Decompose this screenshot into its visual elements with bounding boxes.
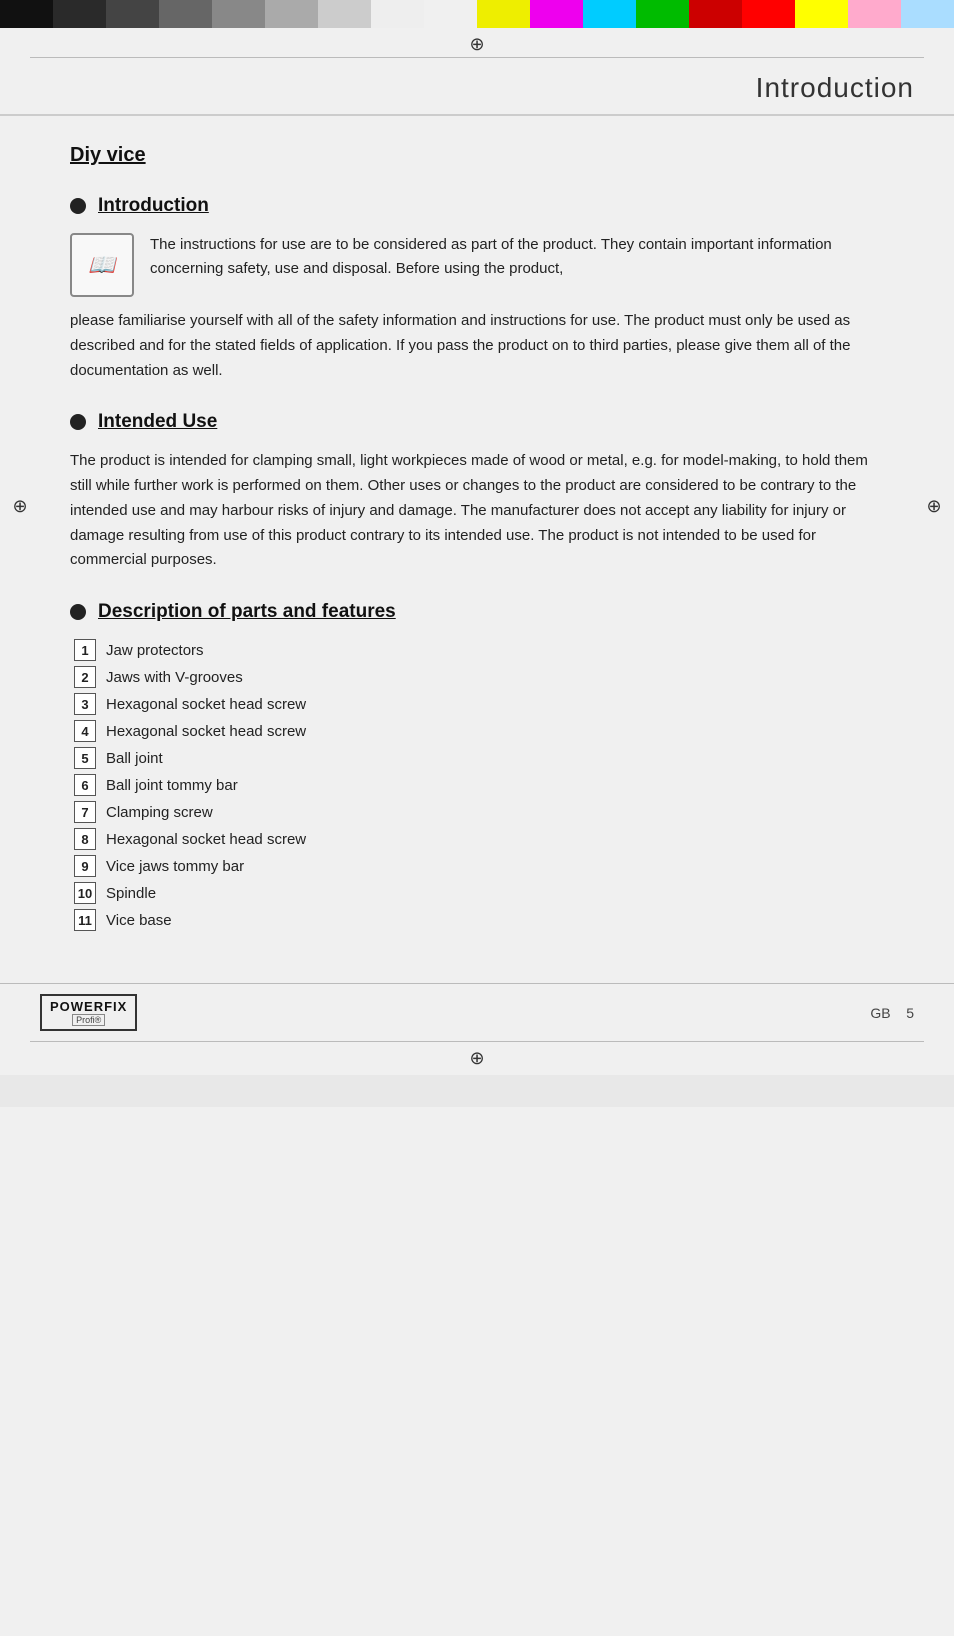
part-number: 2 [74,666,96,688]
part-number: 4 [74,720,96,742]
introduction-body-text: please familiarise yourself with all of … [70,309,874,383]
color-segment [477,0,530,28]
color-segment [318,0,371,28]
color-segment [265,0,318,28]
part-label: Ball joint tommy bar [106,777,238,794]
list-item: 9 Vice jaws tommy bar [74,855,874,877]
diy-vice-title: Diy vice [70,144,874,167]
part-label: Hexagonal socket head screw [106,723,306,740]
color-segment [689,0,742,28]
intended-use-section: Intended Use The product is intended for… [70,411,874,573]
brand-sub: Profi® [72,1014,105,1026]
part-number: 8 [74,828,96,850]
intended-use-bullet [70,414,86,430]
list-item: 2 Jaws with V-grooves [74,666,874,688]
part-number: 10 [74,882,96,904]
color-segment [0,0,53,28]
list-item: 10 Spindle [74,882,874,904]
registration-mark-bottom: ⊕ [0,1042,954,1075]
part-label: Vice jaws tommy bar [106,858,244,875]
intended-use-body-text: The product is intended for clamping sma… [70,449,874,573]
page-layout: ⊕ Diy vice Introduction 📖 The instructio… [0,116,954,983]
right-registration-mark: ⊕ [914,116,954,983]
intended-use-heading-row: Intended Use [70,411,874,433]
color-segment [901,0,954,28]
part-label: Clamping screw [106,804,213,821]
page-title: Introduction [756,72,914,104]
color-segment [106,0,159,28]
part-number: 9 [74,855,96,877]
brand-name: POWERFIX [50,999,127,1014]
description-heading-row: Description of parts and features [70,601,874,623]
introduction-heading-row: Introduction [70,195,874,217]
main-content: Diy vice Introduction 📖 The instructions… [40,116,914,983]
brand-logo: POWERFIX Profi® [40,994,137,1031]
description-bullet [70,604,86,620]
description-heading: Description of parts and features [98,601,396,623]
info-box-row: 📖 The instructions for use are to be con… [70,233,874,297]
list-item: 5 Ball joint [74,747,874,769]
part-label: Hexagonal socket head screw [106,696,306,713]
registration-mark-top: ⊕ [0,28,954,57]
page-header: Introduction [0,62,954,116]
color-segment [424,0,477,28]
footer-locale: GB [870,1005,890,1021]
color-bar [0,0,954,28]
introduction-section: Introduction 📖 The instructions for use … [70,195,874,383]
color-segment [583,0,636,28]
list-item: 7 Clamping screw [74,801,874,823]
intro-info-text: The instructions for use are to be consi… [150,233,874,281]
part-label: Hexagonal socket head screw [106,831,306,848]
part-number: 1 [74,639,96,661]
intended-use-heading: Intended Use [98,411,217,433]
introduction-heading: Introduction [98,195,209,217]
color-segment [742,0,795,28]
list-item: 8 Hexagonal socket head screw [74,828,874,850]
part-label: Jaw protectors [106,642,204,659]
left-registration-mark: ⊕ [0,116,40,983]
footer-page-info: GB 5 [870,1005,914,1021]
color-segment [159,0,212,28]
footer-page-number: 5 [906,1005,914,1021]
part-label: Vice base [106,912,172,929]
info-book-icon: 📖 [70,233,134,297]
color-segment [212,0,265,28]
page-footer: POWERFIX Profi® GB 5 [0,983,954,1041]
bottom-gray-bar [0,1075,954,1107]
parts-list: 1 Jaw protectors 2 Jaws with V-grooves 3 Hexa… [74,639,874,931]
part-label: Spindle [106,885,156,902]
color-segment [530,0,583,28]
part-number: 3 [74,693,96,715]
part-label: Ball joint [106,750,163,767]
introduction-bullet [70,198,86,214]
list-item: 4 Hexagonal socket head screw [74,720,874,742]
part-label: Jaws with V-grooves [106,669,243,686]
part-number: 11 [74,909,96,931]
list-item: 3 Hexagonal socket head screw [74,693,874,715]
color-segment [795,0,848,28]
color-segment [53,0,106,28]
color-segment [636,0,689,28]
color-segment [848,0,901,28]
list-item: 11 Vice base [74,909,874,931]
color-segment [371,0,424,28]
list-item: 6 Ball joint tommy bar [74,774,874,796]
list-item: 1 Jaw protectors [74,639,874,661]
part-number: 5 [74,747,96,769]
description-section: Description of parts and features 1 Jaw p… [70,601,874,931]
part-number: 7 [74,801,96,823]
part-number: 6 [74,774,96,796]
